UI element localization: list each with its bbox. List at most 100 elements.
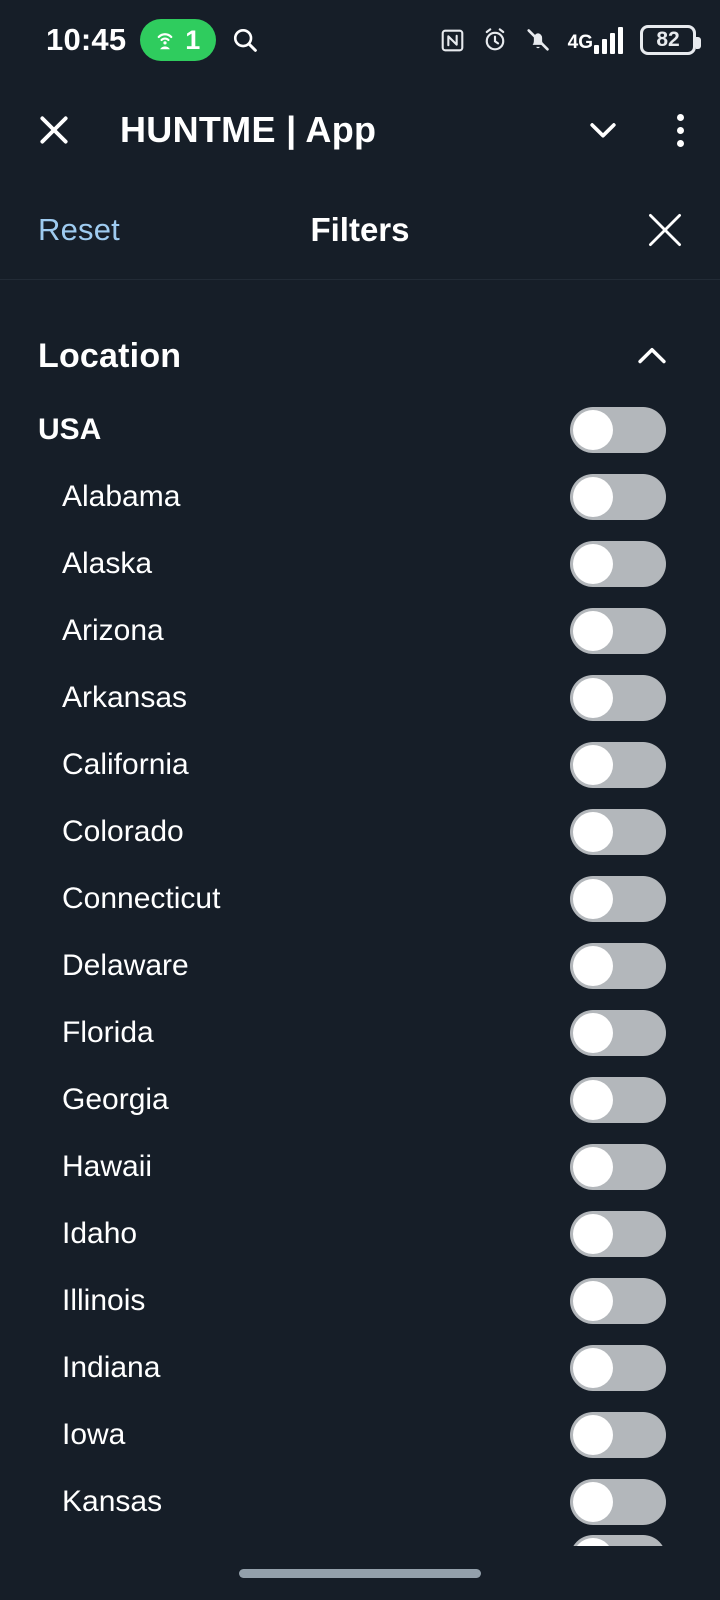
toggle-switch[interactable] [570, 607, 666, 654]
status-clock: 10:45 [46, 22, 127, 57]
filter-row-label: Arizona [62, 613, 164, 647]
filter-row-label: Indiana [62, 1350, 161, 1384]
toggle-switch[interactable] [570, 942, 666, 989]
filter-row-label: Colorado [62, 814, 184, 848]
status-bar: 10:45 1 4G 82 [0, 0, 720, 80]
app-bar: HUNTME | App [0, 80, 720, 180]
table-row-partial[interactable] [0, 1535, 720, 1546]
toggle-switch[interactable] [570, 1411, 666, 1458]
filter-row-label: Hawaii [62, 1149, 153, 1183]
battery-icon: 82 [640, 25, 701, 55]
filter-row-label: Idaho [62, 1216, 138, 1250]
alarm-clock-icon [485, 28, 504, 51]
filter-row-connecticut[interactable]: Connecticut [0, 865, 720, 932]
toggle-switch[interactable] [570, 1478, 666, 1525]
toggle-switch[interactable] [570, 875, 666, 922]
close-icon[interactable] [640, 205, 690, 255]
bell-muted-icon [527, 29, 549, 51]
toggle-knob [573, 1347, 613, 1388]
chevron-down-icon[interactable] [583, 110, 623, 150]
filter-row-label: USA [38, 412, 102, 446]
network-type-label: 4G [567, 31, 593, 53]
search-icon[interactable] [230, 25, 260, 55]
filters-close-button[interactable] [640, 205, 690, 255]
filters-scroll-area[interactable]: Location USA Alabama Alaska Arizona Arkansas… [0, 280, 720, 1546]
location-filter-list: USA Alabama Alaska Arizona Arkansas Californi… [0, 378, 720, 1535]
filter-row-indiana[interactable]: Indiana [0, 1334, 720, 1401]
filter-row-alaska[interactable]: Alaska [0, 530, 720, 597]
filter-row-georgia[interactable]: Georgia [0, 1066, 720, 1133]
filter-row-label: California [62, 747, 189, 781]
toggle-switch[interactable] [570, 808, 666, 855]
overflow-menu-icon[interactable] [669, 106, 692, 155]
status-bar-left: 10:45 1 [46, 19, 260, 61]
toggle-knob [573, 1146, 613, 1187]
filter-row-label: Georgia [62, 1082, 169, 1116]
wifi-tethering-icon [157, 33, 173, 50]
toggle-knob [573, 1012, 613, 1053]
filter-row-idaho[interactable]: Idaho [0, 1200, 720, 1267]
toggle-knob [573, 811, 613, 852]
toggle-switch[interactable] [570, 1344, 666, 1391]
toggle-knob [573, 1280, 613, 1321]
app-bar-actions [583, 106, 692, 155]
filter-row-label: Arkansas [62, 680, 188, 714]
filter-row-label: Iowa [62, 1417, 126, 1451]
filter-row-label: Alaska [62, 546, 153, 580]
filter-row-hawaii[interactable]: Hawaii [0, 1133, 720, 1200]
section-title: Location [38, 336, 182, 375]
toggle-switch[interactable] [570, 1535, 666, 1546]
network-indicator: 4G [567, 26, 623, 54]
filter-row-iowa[interactable]: Iowa [0, 1401, 720, 1468]
filter-row-colorado[interactable]: Colorado [0, 798, 720, 865]
toggle-switch[interactable] [570, 540, 666, 587]
reset-button[interactable]: Reset [38, 212, 120, 248]
section-collapse-button[interactable] [630, 334, 674, 378]
filter-row-usa[interactable]: USA [0, 396, 720, 463]
toggle-switch[interactable] [570, 1210, 666, 1257]
filters-header: Reset Filters [0, 180, 720, 280]
filter-row-california[interactable]: California [0, 731, 720, 798]
toggle-switch[interactable] [570, 1076, 666, 1123]
signal-bars-icon [594, 26, 623, 54]
filter-row-kansas[interactable]: Kansas [0, 1468, 720, 1535]
toggle-switch[interactable] [570, 1009, 666, 1056]
toggle-switch[interactable] [570, 473, 666, 520]
status-bar-right: 4G 82 [440, 25, 701, 55]
filter-row-arizona[interactable]: Arizona [0, 597, 720, 664]
toggle-knob [573, 945, 613, 986]
toggle-knob [573, 878, 613, 919]
filter-row-label: Florida [62, 1015, 154, 1049]
toggle-knob [573, 744, 613, 785]
hotspot-badge: 1 [140, 19, 217, 61]
phone-screen: 10:45 1 4G 82 HUNTME | App Reset Filters… [0, 0, 720, 1600]
home-indicator[interactable] [239, 1568, 481, 1578]
filter-row-arkansas[interactable]: Arkansas [0, 664, 720, 731]
close-icon[interactable] [34, 110, 74, 150]
toggle-knob [573, 543, 613, 584]
chevron-up-icon[interactable] [630, 334, 674, 378]
toggle-knob [573, 409, 613, 450]
filter-row-label: Illinois [62, 1283, 146, 1317]
filter-row-alabama[interactable]: Alabama [0, 463, 720, 530]
toggle-knob [573, 1414, 613, 1455]
filter-row-label: Kansas [62, 1484, 163, 1518]
toggle-switch[interactable] [570, 1277, 666, 1324]
app-title: HUNTME | App [120, 109, 377, 150]
toggle-knob [573, 677, 613, 718]
filter-row-illinois[interactable]: Illinois [0, 1267, 720, 1334]
filter-row-delaware[interactable]: Delaware [0, 932, 720, 999]
filter-row-label: Alabama [62, 479, 181, 513]
filter-row-label: Connecticut [62, 881, 221, 915]
battery-level: 82 [656, 28, 680, 51]
filter-row-florida[interactable]: Florida [0, 999, 720, 1066]
toggle-knob [573, 1079, 613, 1120]
toggle-switch[interactable] [570, 741, 666, 788]
toggle-switch[interactable] [570, 674, 666, 721]
toggle-switch[interactable] [570, 1143, 666, 1190]
toggle-knob [573, 1481, 613, 1522]
toggle-switch[interactable] [570, 406, 666, 453]
toggle-knob [573, 1213, 613, 1254]
hotspot-count: 1 [185, 24, 201, 55]
location-section-header[interactable]: Location [0, 280, 720, 378]
